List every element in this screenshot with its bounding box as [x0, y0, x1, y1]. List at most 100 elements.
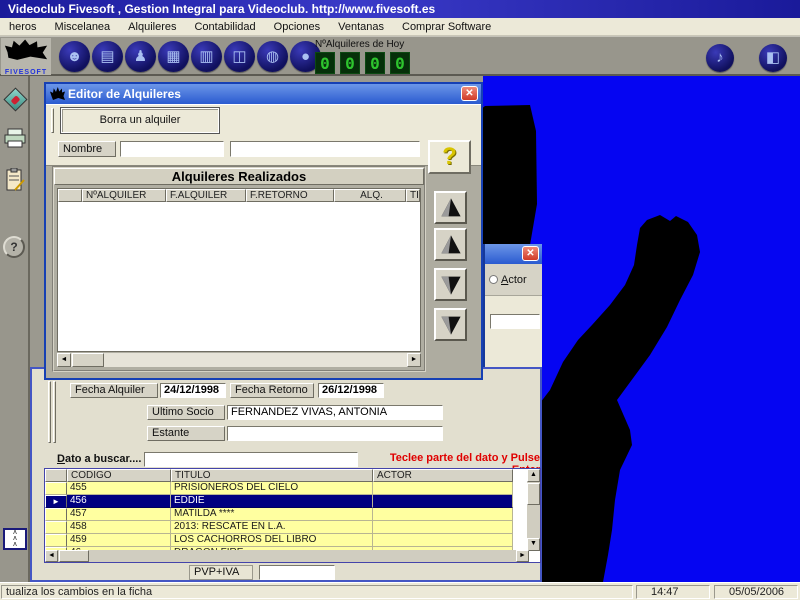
col-blank — [58, 189, 82, 202]
menu-ventanas[interactable]: Ventanas — [329, 21, 393, 33]
pvp-iva-label: PVP+IVA — [189, 565, 253, 580]
table-row[interactable]: 458 2013: RESCATE EN L.A. — [45, 521, 540, 534]
fecha-alquiler-label: Fecha Alquiler — [70, 383, 158, 398]
actor-window-titlebar[interactable]: ✕ — [485, 244, 542, 264]
menu-alquileres[interactable]: Alquileres — [119, 21, 185, 33]
main-toolbar: FIVESOFT ☻ ▤ ♟ ▦ ▥ ◫ ◍ ● NºAlquileres de… — [0, 36, 800, 76]
hand-logo-icon — [4, 39, 48, 60]
help-round-button[interactable]: ? — [3, 236, 27, 260]
actor-radio[interactable] — [489, 275, 498, 284]
up-triangle-icon — [440, 235, 461, 254]
scroll-right-icon[interactable]: ► — [516, 550, 529, 562]
menu-contabilidad[interactable]: Contabilidad — [185, 21, 264, 33]
fecha-retorno-label: Fecha Retorno — [230, 383, 314, 398]
table-row[interactable]: 457 MATILDA **** — [45, 508, 540, 521]
rentals-table-title: Alquileres Realizados — [54, 168, 424, 185]
rentals-table[interactable]: NºALQUILER F.ALQUILER F.RETORNO ALQ. TIT… — [57, 188, 421, 352]
col-codigo[interactable]: CODIGO — [67, 469, 171, 482]
ultimo-socio-input[interactable]: FERNANDEZ VIVAS, ANTONIA — [227, 405, 443, 420]
clipboard-icon[interactable] — [3, 167, 27, 192]
col-titulo[interactable]: TITULO — [171, 469, 373, 482]
ultimo-socio-label: Ultimo Socio — [147, 405, 225, 420]
hand-icon — [50, 87, 65, 100]
gripper[interactable] — [51, 108, 54, 133]
col-fretorno[interactable]: F.RETORNO — [246, 189, 334, 202]
rentals-group-panel: Alquileres Realizados NºALQUILER F.ALQUI… — [52, 166, 426, 372]
actor-input[interactable] — [490, 314, 540, 329]
down-triangle-icon — [440, 276, 461, 295]
scroll-down-button-2[interactable] — [434, 308, 467, 341]
hscroll-thumb[interactable] — [72, 353, 104, 367]
actor-option-row: Actor — [485, 264, 542, 296]
col-falquiler[interactable]: F.ALQUILER — [166, 189, 246, 202]
pvp-iva-input[interactable] — [259, 565, 335, 580]
grid-vertical-scrollbar[interactable]: ▲ ▼ — [527, 469, 540, 551]
col-actor[interactable]: ACTOR — [373, 469, 513, 482]
music-icon[interactable]: ♪ — [706, 44, 734, 72]
exit-icon[interactable]: ◧ — [759, 44, 787, 72]
hscroll-thumb[interactable] — [59, 550, 89, 562]
grid-horizontal-scrollbar[interactable]: ◄ ► — [45, 550, 529, 562]
led-digit: 0 — [315, 52, 335, 74]
scroll-up-button-2[interactable] — [434, 228, 467, 261]
person-icon[interactable]: ♟ — [125, 41, 156, 72]
grid-header-row: CODIGO TITULO ACTOR — [45, 469, 540, 482]
archive-icon[interactable]: ʌʌʌ — [3, 528, 27, 552]
dialog-titlebar[interactable]: Editor de Alquileres ✕ — [46, 84, 481, 104]
estante-input[interactable] — [227, 426, 443, 441]
menu-bar: heros Miscelanea Alquileres Contabilidad… — [0, 18, 800, 36]
printer-icon[interactable]: ▦ — [158, 41, 189, 72]
app-title: Videoclub Fivesoft , Gestion Integral pa… — [8, 2, 436, 16]
rentals-today-counter: NºAlquileres de Hoy 0 0 0 0 — [315, 39, 435, 74]
side-toolbar: ? ʌʌʌ — [0, 76, 30, 582]
scroll-up-button-1[interactable] — [434, 191, 467, 224]
rentals-horizontal-scrollbar[interactable]: ◄ ► — [57, 353, 421, 367]
camera-icon[interactable]: ◫ — [224, 41, 255, 72]
col-alq[interactable]: ALQ. — [334, 189, 406, 202]
nombre-input-2[interactable] — [230, 141, 420, 157]
menu-ficheros[interactable]: heros — [0, 21, 46, 33]
fecha-retorno-input[interactable]: 26/12/1998 — [318, 383, 384, 398]
scroll-up-icon[interactable]: ▲ — [527, 469, 540, 482]
menu-miscelanea[interactable]: Miscelanea — [46, 21, 120, 33]
nombre-input-1[interactable] — [120, 141, 224, 157]
application-window: Videoclub Fivesoft , Gestion Integral pa… — [0, 0, 800, 600]
help-button[interactable]: ? — [428, 140, 471, 174]
gripper[interactable] — [53, 381, 56, 443]
films-grid: CODIGO TITULO ACTOR 455 PRISIONEROS DEL … — [44, 468, 541, 563]
led-digit: 0 — [340, 52, 360, 74]
down-triangle-icon — [440, 316, 461, 335]
col-titulo[interactable]: TITULO — [406, 189, 420, 202]
delete-rental-button[interactable]: Borra un alquiler — [60, 107, 220, 134]
help-question-icon: ? — [442, 143, 457, 170]
menu-opciones[interactable]: Opciones — [265, 21, 329, 33]
col-nalquiler[interactable]: NºALQUILER — [82, 189, 166, 202]
vscroll-thumb[interactable] — [527, 483, 540, 505]
member-card-icon[interactable] — [2, 87, 28, 112]
search-input[interactable] — [144, 452, 358, 467]
gripper[interactable] — [48, 381, 51, 443]
row-pointer-icon: ► — [45, 495, 67, 508]
estante-label: Estante — [147, 426, 225, 441]
scroll-left-icon[interactable]: ◄ — [57, 353, 71, 367]
print-icon[interactable] — [3, 128, 27, 152]
led-digit: 0 — [365, 52, 385, 74]
scroll-down-button-1[interactable] — [434, 268, 467, 301]
scroll-left-icon[interactable]: ◄ — [45, 550, 58, 562]
fecha-alquiler-input[interactable]: 24/12/1998 — [160, 383, 226, 398]
grid-selector-header — [45, 469, 67, 482]
scroll-right-icon[interactable]: ► — [407, 353, 421, 367]
members-icon[interactable]: ☻ — [59, 41, 90, 72]
actor-radio-label: Actor — [501, 273, 527, 286]
tape-icon[interactable]: ▤ — [92, 41, 123, 72]
table-row[interactable]: 455 PRISIONEROS DEL CIELO — [45, 482, 540, 495]
table-row-selected[interactable]: ► 456 EDDIE — [45, 495, 540, 508]
money-icon[interactable]: ◍ — [257, 41, 288, 72]
actor-close-button[interactable]: ✕ — [522, 246, 539, 261]
register-icon[interactable]: ▥ — [191, 41, 222, 72]
table-row[interactable]: 459 LOS CACHORROS DEL LIBRO — [45, 534, 540, 547]
dialog-body: Borra un alquiler Nombre ? Alquileres Re… — [46, 104, 481, 378]
counter-label: NºAlquileres de Hoy — [315, 39, 405, 50]
dialog-close-button[interactable]: ✕ — [461, 86, 478, 101]
menu-comprar-software[interactable]: Comprar Software — [393, 21, 500, 33]
